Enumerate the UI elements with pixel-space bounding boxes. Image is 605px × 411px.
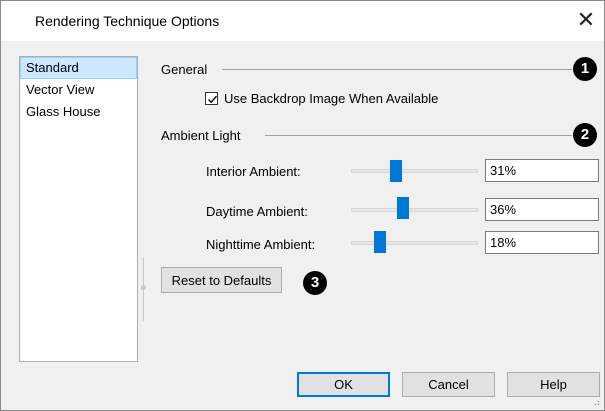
daytime-ambient-slider-thumb[interactable] [397, 197, 409, 219]
close-icon[interactable]: ✕ [573, 7, 599, 33]
technique-item-standard[interactable]: Standard [20, 57, 137, 79]
general-group-label: General [161, 62, 208, 77]
technique-item-vector-view[interactable]: Vector View [20, 79, 137, 101]
dialog-title: Rendering Technique Options [35, 13, 220, 29]
general-group-divider [222, 69, 572, 70]
callout-marker-2: 2 [573, 123, 597, 147]
ambient-light-group-divider [265, 135, 572, 136]
daytime-ambient-slider-track[interactable] [351, 208, 478, 212]
daytime-ambient-label: Daytime Ambient: [206, 204, 308, 219]
rendering-technique-options-dialog: Rendering Technique Options ✕ Standard V… [0, 0, 605, 411]
interior-ambient-input[interactable] [485, 159, 599, 182]
callout-marker-3: 3 [303, 271, 327, 295]
title-bar[interactable]: Rendering Technique Options ✕ [1, 1, 604, 41]
use-backdrop-image-label: Use Backdrop Image When Available [224, 91, 439, 106]
use-backdrop-image-checkbox[interactable]: Use Backdrop Image When Available [205, 91, 438, 106]
reset-to-defaults-button[interactable]: Reset to Defaults [161, 267, 282, 293]
nighttime-ambient-label: Nighttime Ambient: [206, 237, 316, 252]
resize-grip-icon[interactable] [592, 398, 600, 406]
interior-ambient-slider-thumb[interactable] [390, 160, 402, 182]
interior-ambient-slider-track[interactable] [351, 169, 478, 173]
checkmark-icon [208, 95, 218, 104]
daytime-ambient-input[interactable] [485, 198, 599, 221]
interior-ambient-label: Interior Ambient: [206, 164, 301, 179]
ok-button[interactable]: OK [297, 372, 390, 397]
pane-splitter[interactable] [141, 257, 146, 321]
ambient-light-group-label: Ambient Light [161, 128, 241, 143]
splitter-grip-icon [141, 285, 146, 290]
help-button[interactable]: Help [507, 372, 600, 397]
callout-marker-1: 1 [573, 57, 597, 81]
checkbox-box[interactable] [205, 92, 218, 105]
cancel-button[interactable]: Cancel [402, 372, 495, 397]
nighttime-ambient-slider-thumb[interactable] [374, 231, 386, 253]
nighttime-ambient-slider-track[interactable] [351, 241, 478, 245]
technique-item-glass-house[interactable]: Glass House [20, 101, 137, 123]
technique-list[interactable]: Standard Vector View Glass House [19, 56, 138, 362]
nighttime-ambient-input[interactable] [485, 231, 599, 254]
